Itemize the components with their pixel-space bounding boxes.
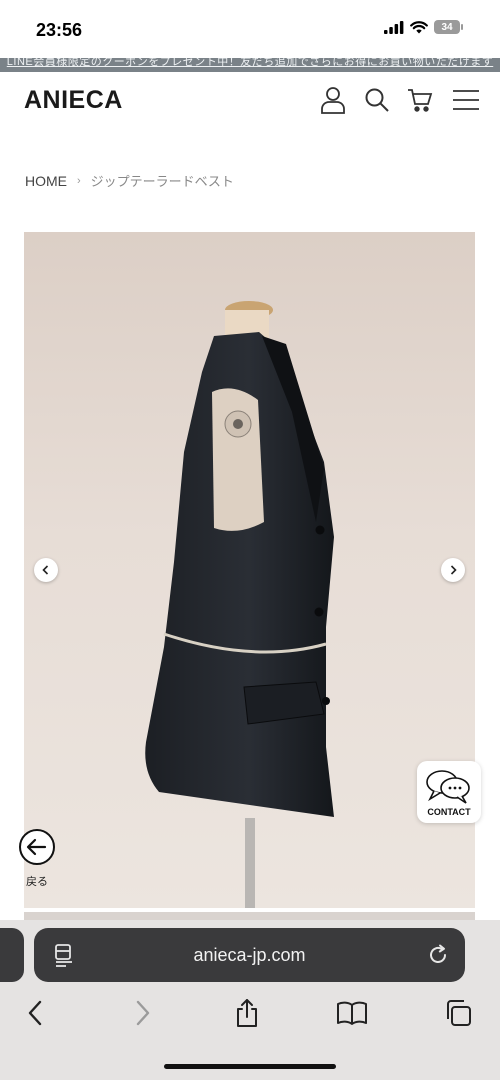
battery-indicator: 34	[434, 20, 463, 34]
status-icons: 34	[384, 20, 463, 34]
status-bar: 23:56 34	[0, 0, 500, 58]
breadcrumb-current: ジップテーラードベスト	[90, 174, 234, 189]
thumbnail-strip[interactable]	[24, 912, 475, 920]
forward-icon[interactable]	[125, 996, 161, 1030]
account-icon[interactable]	[318, 84, 348, 116]
back-icon[interactable]	[17, 996, 53, 1030]
previous-tab-preview[interactable]	[0, 928, 24, 982]
gallery-next-button[interactable]	[441, 558, 465, 582]
tabs-icon[interactable]	[440, 996, 476, 1030]
contact-label: CONTACT	[427, 807, 471, 817]
url-text[interactable]: anieca-jp.com	[34, 945, 465, 966]
chevron-left-icon	[42, 565, 49, 575]
back-button[interactable]: 戻る	[17, 828, 57, 888]
breadcrumb: HOME › ジップテーラードベスト	[25, 171, 234, 190]
chat-bubbles-icon	[426, 770, 470, 804]
arrow-left-circle-icon	[19, 829, 55, 865]
status-time: 23:56	[36, 20, 83, 40]
product-image[interactable]	[24, 232, 475, 908]
announcement-bar[interactable]: LINE会員様限定のクーポンをプレゼント中！友だち追加でさらにお得にお買い物いた…	[0, 58, 500, 72]
signal-icon	[384, 20, 404, 34]
share-icon[interactable]	[229, 996, 265, 1030]
contact-button[interactable]: CONTACT	[417, 761, 481, 823]
chevron-right-icon	[450, 565, 457, 575]
search-icon[interactable]	[362, 84, 392, 116]
bookmarks-icon[interactable]	[334, 996, 370, 1030]
cart-icon[interactable]	[405, 84, 435, 116]
gallery-prev-button[interactable]	[34, 558, 58, 582]
wifi-icon	[410, 20, 428, 33]
product-photo-vest	[145, 301, 334, 908]
brand-logo[interactable]: ANIECA	[24, 86, 123, 115]
breadcrumb-separator: ›	[77, 174, 81, 187]
breadcrumb-home[interactable]: HOME	[25, 173, 67, 189]
menu-icon[interactable]	[451, 84, 481, 116]
announcement-text[interactable]: LINE会員様限定のクーポンをプレゼント中！友だち追加でさらにお得にお買い物いた…	[0, 58, 500, 68]
reload-icon[interactable]	[427, 944, 449, 966]
back-label: 戻る	[26, 876, 48, 888]
home-indicator	[164, 1064, 336, 1069]
address-bar[interactable]: anieca-jp.com	[34, 928, 465, 982]
